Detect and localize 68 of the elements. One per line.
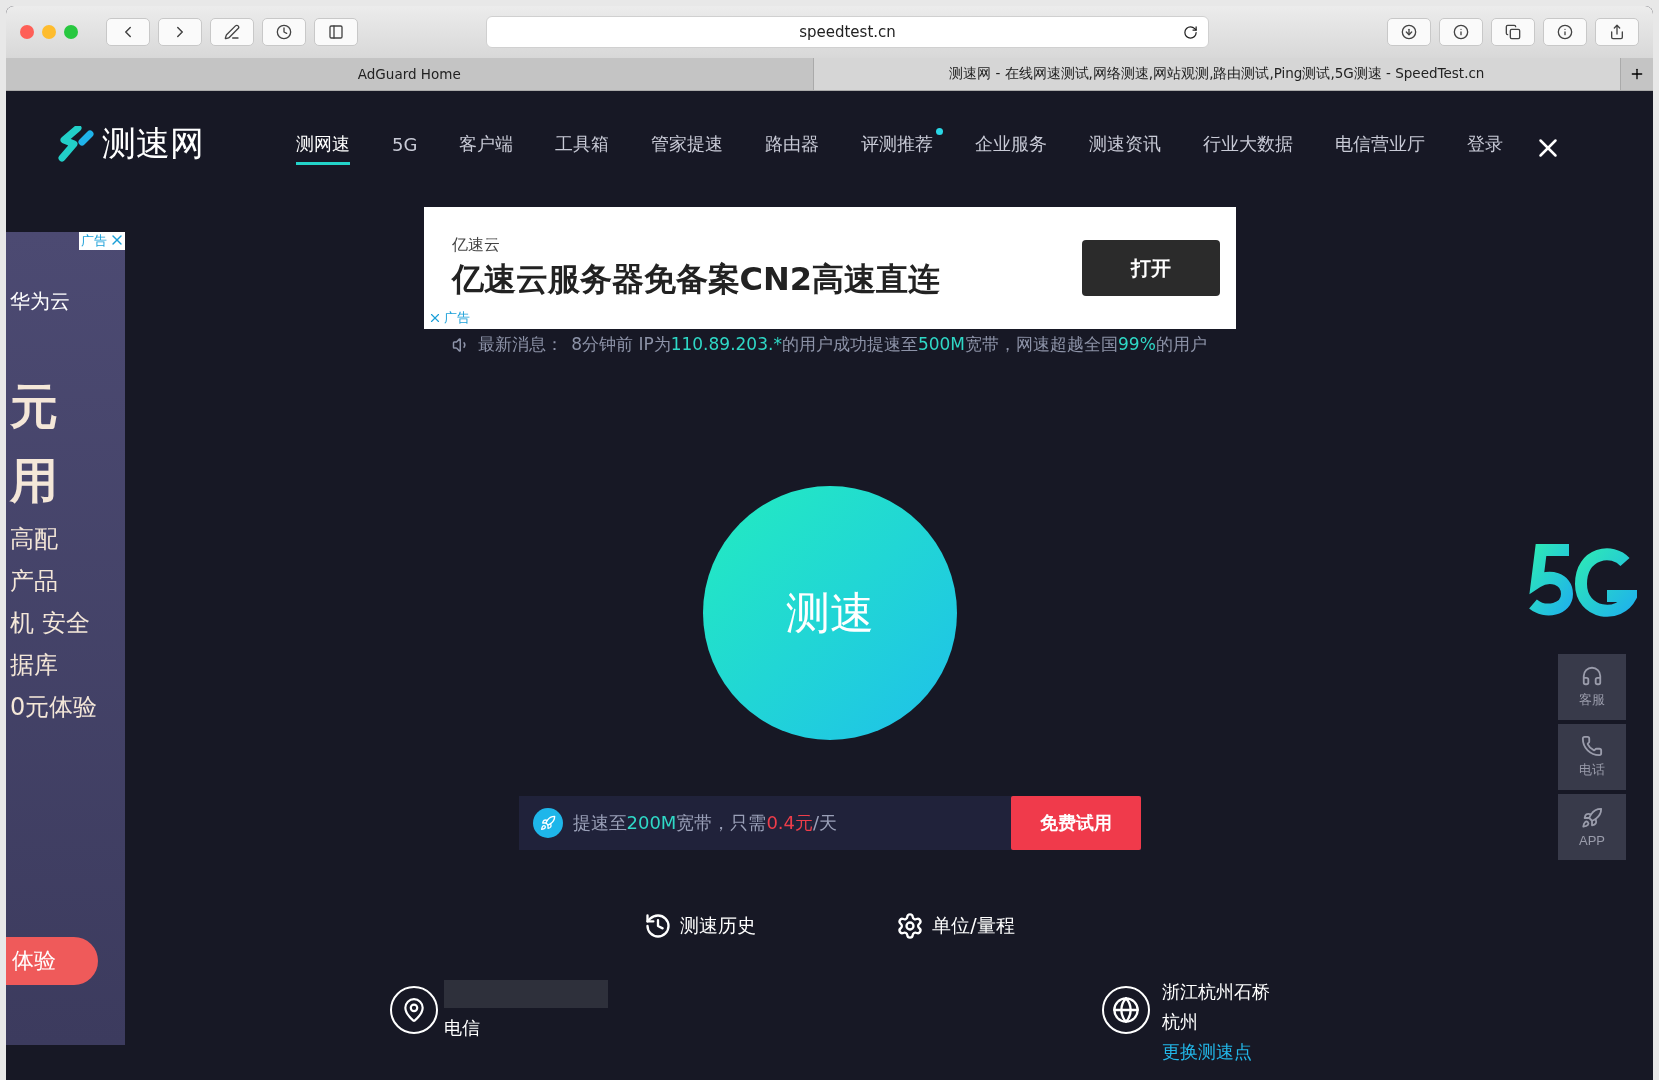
location-pin-icon: [389, 986, 438, 1034]
nav-link[interactable]: 客户端: [459, 132, 514, 165]
share-icon: [1609, 24, 1625, 40]
side-button[interactable]: APP: [1558, 794, 1626, 860]
nav-link[interactable]: 测速资讯: [1089, 132, 1162, 165]
new-tab-icon[interactable]: [1629, 66, 1645, 82]
free-trial-button[interactable]: 免费试用: [1010, 796, 1141, 850]
side-button[interactable]: 电话: [1558, 724, 1626, 790]
isp-name: 电信: [443, 1016, 481, 1040]
nav-link[interactable]: 评测推荐: [861, 132, 934, 165]
tabs-icon: [1505, 24, 1521, 40]
share-button[interactable]: [1595, 18, 1639, 46]
download-button[interactable]: [1387, 18, 1431, 46]
nav-link[interactable]: 管家提速: [651, 132, 724, 165]
password-button[interactable]: [1439, 18, 1483, 46]
option-link[interactable]: 测速历史: [644, 912, 757, 940]
history-icon: [644, 912, 673, 940]
ad-text: 高配: [9, 524, 59, 555]
nav-link[interactable]: 测网速: [296, 132, 350, 165]
rocket-icon: [1581, 806, 1603, 829]
ad-brand: 亿速云: [451, 234, 501, 256]
download-icon: [1401, 24, 1417, 40]
info-icon: [1557, 24, 1573, 40]
nav-link[interactable]: 电信营业厅: [1335, 132, 1426, 165]
rocket-icon: [532, 808, 563, 838]
ad-label: 广告: [443, 309, 470, 327]
password-icon: [1453, 24, 1469, 40]
notes-button[interactable]: [210, 18, 254, 46]
promo-text: 提速至200M宽带，只需0.4元/天: [571, 811, 839, 835]
nav-link[interactable]: 行业大数据: [1203, 132, 1294, 165]
news-text: 8分钟前 IP为110.89.203.*的用户成功提速至500M宽带，网速超越全国99%的用户: [571, 333, 1207, 356]
logo-text: 测速网: [102, 122, 204, 165]
news-label: 最新消息：: [478, 333, 564, 356]
ad-headline: 亿速云服务器免备案CN2高速直连: [451, 258, 941, 300]
globe-icon: [1101, 986, 1150, 1034]
clock-icon: [276, 24, 292, 40]
ad-text: 产品: [9, 566, 59, 597]
change-server-link[interactable]: 更换测速点: [1161, 1040, 1270, 1064]
nav-link[interactable]: 工具箱: [555, 132, 610, 165]
settings-icon: [896, 912, 925, 940]
address-field[interactable]: speedtest.cn: [486, 16, 1209, 48]
reload-icon[interactable]: [1183, 24, 1198, 40]
option-link[interactable]: 单位/量程: [896, 912, 1015, 940]
ad-text: 0元体验: [9, 692, 99, 723]
ad-text: 元: [9, 377, 59, 436]
pen-icon: [224, 24, 240, 40]
headset-icon: [1581, 665, 1603, 687]
browser-tab[interactable]: 测速网 - 在线网速测试,网络测速,网站观测,路由测试,Ping测试,5G测速 - SpeedTest.cn: [813, 58, 1621, 90]
ad-label: 广告: [80, 232, 108, 250]
nav-link[interactable]: 企业服务: [975, 132, 1048, 165]
nav-link[interactable]: 路由器: [765, 132, 820, 165]
sidebar-icon: [328, 24, 344, 40]
phone-icon: [1581, 735, 1603, 757]
ad-brand: 华为云: [9, 288, 71, 315]
nav-link[interactable]: 登录: [1467, 132, 1504, 165]
server-location: 浙江杭州石桥: [1161, 980, 1270, 1004]
history-button[interactable]: [262, 18, 306, 46]
info-button[interactable]: [1543, 18, 1587, 46]
side-button[interactable]: 客服: [1558, 654, 1626, 720]
ad-text: 据库: [9, 650, 59, 681]
open-button[interactable]: 打开: [1081, 240, 1220, 296]
ad-text: 机 安全: [9, 608, 91, 639]
nav-link[interactable]: 5G: [392, 133, 418, 164]
sidebar-button[interactable]: [314, 18, 358, 46]
tabs-button[interactable]: [1491, 18, 1535, 46]
logo-icon: [56, 126, 96, 162]
server-location: 杭州: [1161, 1010, 1199, 1034]
ad-text: 用: [8, 451, 59, 510]
